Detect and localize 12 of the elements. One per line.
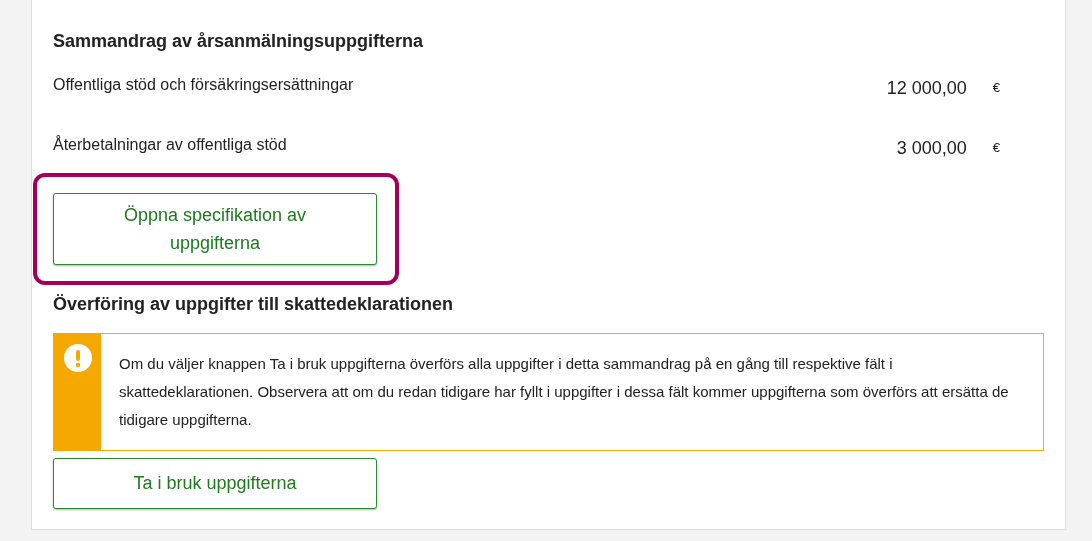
section-title: Överföring av uppgifter till skattedeklarationen — [53, 293, 455, 315]
row-label: Återbetalningar av offentliga stöd — [53, 134, 288, 155]
notice-text: Om du väljer knappen Ta i bruk uppgifterna överförs alla uppgifter i detta sammandrag på en gång till respektive fält i skattedeklarationen. Observera att om du redan tidigare har fyllt i uppgifter i dessa fält kommer uppgifterna som överförs att ersätta de tidigare uppgifterna. — [118, 354, 1010, 430]
open-specification-button[interactable]: Öppna specifikation av uppgifterna — [53, 193, 377, 265]
apply-data-button[interactable]: Ta i bruk uppgifterna — [53, 458, 377, 509]
amount-value: 3 000,00 — [896, 136, 967, 160]
section-title: Sammandrag av årsanmälningsuppgifterna — [53, 30, 425, 52]
currency-unit: € — [992, 139, 1000, 158]
row-label: Offentliga stöd och försäkringsersättningar — [53, 75, 355, 95]
exclamation-icon — [63, 344, 92, 372]
amount-value: 12 000,00 — [886, 76, 967, 100]
currency-unit: € — [992, 79, 1000, 98]
